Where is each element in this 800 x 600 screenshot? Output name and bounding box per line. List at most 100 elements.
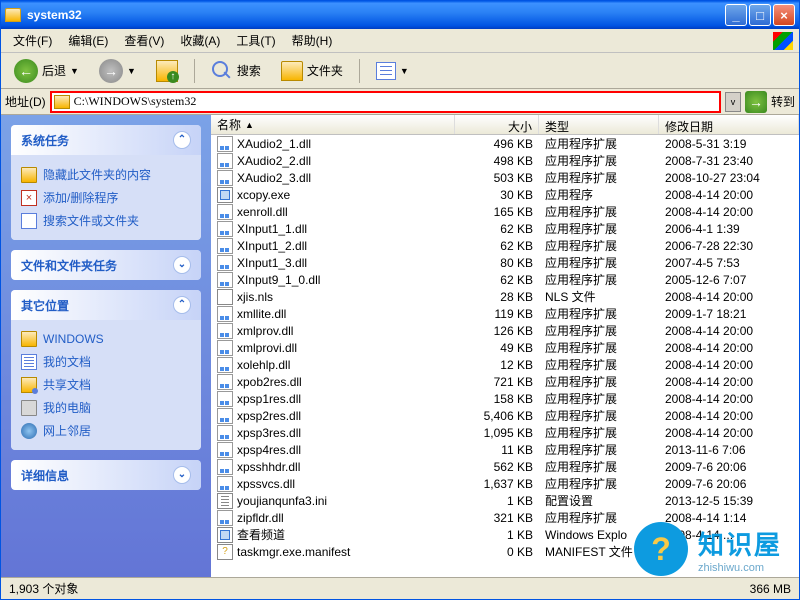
- sidebar-item-label: 搜索文件或文件夹: [43, 212, 139, 229]
- file-size: 1,095 KB: [455, 426, 539, 440]
- file-row[interactable]: xpsp3res.dll1,095 KB应用程序扩展2008-4-14 20:0…: [211, 424, 799, 441]
- forward-button[interactable]: → ▼: [92, 55, 143, 87]
- pc-icon: [21, 400, 37, 416]
- expand-icon: ⌄: [173, 466, 191, 484]
- file-row[interactable]: XInput1_3.dll80 KB应用程序扩展2007-4-5 7:53: [211, 254, 799, 271]
- file-row[interactable]: XInput1_2.dll62 KB应用程序扩展2006-7-28 22:30: [211, 237, 799, 254]
- menubar: 文件(F) 编辑(E) 查看(V) 收藏(A) 工具(T) 帮助(H): [1, 29, 799, 53]
- file-row[interactable]: xcopy.exe30 KB应用程序2008-4-14 20:00: [211, 186, 799, 203]
- file-row[interactable]: xmlprov.dll126 KB应用程序扩展2008-4-14 20:00: [211, 322, 799, 339]
- address-input[interactable]: [74, 94, 717, 109]
- file-name: XAudio2_3.dll: [237, 171, 311, 185]
- exe-icon: [217, 187, 233, 203]
- file-row[interactable]: xenroll.dll165 KB应用程序扩展2008-4-14 20:00: [211, 203, 799, 220]
- sidebar-item[interactable]: 共享文档: [21, 373, 191, 396]
- minimize-button[interactable]: _: [725, 4, 747, 26]
- chevron-down-icon: ▼: [400, 66, 409, 76]
- column-modified[interactable]: 修改日期: [659, 115, 799, 134]
- file-name: taskmgr.exe.manifest: [237, 545, 350, 559]
- file-row[interactable]: XInput9_1_0.dll62 KB应用程序扩展2005-12-6 7:07: [211, 271, 799, 288]
- file-size: 62 KB: [455, 239, 539, 253]
- sidebar-item[interactable]: WINDOWS: [21, 328, 191, 350]
- go-button[interactable]: →: [745, 91, 767, 113]
- back-label: 后退: [42, 62, 66, 79]
- file-row[interactable]: xpsp2res.dll5,406 KB应用程序扩展2008-4-14 20:0…: [211, 407, 799, 424]
- file-name: xpsp2res.dll: [237, 409, 301, 423]
- column-name[interactable]: 名称▲: [211, 115, 455, 134]
- titlebar[interactable]: system32 _ □ ×: [1, 1, 799, 29]
- back-button[interactable]: ← 后退 ▼: [7, 55, 86, 87]
- file-type: 应用程序扩展: [539, 203, 659, 220]
- file-size: 562 KB: [455, 460, 539, 474]
- sidebar-item[interactable]: ×添加/删除程序: [21, 186, 191, 209]
- menu-help[interactable]: 帮助(H): [286, 30, 339, 51]
- file-row[interactable]: XInput1_1.dll62 KB应用程序扩展2006-4-1 1:39: [211, 220, 799, 237]
- file-type: 应用程序扩展: [539, 458, 659, 475]
- up-button[interactable]: [149, 56, 185, 86]
- file-name: xpsp3res.dll: [237, 426, 301, 440]
- address-field-highlighted[interactable]: [50, 91, 721, 113]
- file-row[interactable]: XAudio2_2.dll498 KB应用程序扩展2008-7-31 23:40: [211, 152, 799, 169]
- file-type: 应用程序扩展: [539, 475, 659, 492]
- menu-favorites[interactable]: 收藏(A): [174, 30, 226, 51]
- sidebar-item[interactable]: 网上邻居: [21, 419, 191, 442]
- file-row[interactable]: xpsp1res.dll158 KB应用程序扩展2008-4-14 20:00: [211, 390, 799, 407]
- dll-icon: [217, 238, 233, 254]
- maximize-button[interactable]: □: [749, 4, 771, 26]
- doc-icon: [21, 354, 37, 370]
- file-size: 11 KB: [455, 443, 539, 457]
- dll-icon: [217, 391, 233, 407]
- other-places-panel: 其它位置 ⌃ WINDOWS我的文档共享文档我的电脑网上邻居: [11, 290, 201, 450]
- file-row[interactable]: XAudio2_3.dll503 KB应用程序扩展2008-10-27 23:0…: [211, 169, 799, 186]
- file-row[interactable]: xpsshhdr.dll562 KB应用程序扩展2009-7-6 20:06: [211, 458, 799, 475]
- file-date: 2008-7-31 23:40: [659, 154, 799, 168]
- ini-icon: [217, 493, 233, 509]
- column-size[interactable]: 大小: [455, 115, 539, 134]
- file-date: 2006-4-1 1:39: [659, 222, 799, 236]
- file-row[interactable]: xmlprovi.dll49 KB应用程序扩展2008-4-14 20:00: [211, 339, 799, 356]
- file-date: 2008-4-14 20:00: [659, 290, 799, 304]
- panel-header[interactable]: 其它位置 ⌃: [11, 290, 201, 320]
- panel-title: 系统任务: [21, 132, 69, 149]
- file-row[interactable]: xolehlp.dll12 KB应用程序扩展2008-4-14 20:00: [211, 356, 799, 373]
- sidebar-item[interactable]: 搜索文件或文件夹: [21, 209, 191, 232]
- address-dropdown[interactable]: v: [725, 92, 741, 112]
- file-rows[interactable]: XAudio2_1.dll496 KB应用程序扩展2008-5-31 3:19X…: [211, 135, 799, 577]
- file-row[interactable]: XAudio2_1.dll496 KB应用程序扩展2008-5-31 3:19: [211, 135, 799, 152]
- file-row[interactable]: youjianqunfa3.ini1 KB配置设置2013-12-5 15:39: [211, 492, 799, 509]
- sidebar-item-label: 共享文档: [43, 376, 91, 393]
- menu-view[interactable]: 查看(V): [118, 30, 170, 51]
- dll-icon: [217, 306, 233, 322]
- panel-header[interactable]: 文件和文件夹任务 ⌄: [11, 250, 201, 280]
- file-row[interactable]: xmllite.dll119 KB应用程序扩展2009-1-7 18:21: [211, 305, 799, 322]
- panel-header[interactable]: 系统任务 ⌃: [11, 125, 201, 155]
- watermark-name: 知识屋: [698, 525, 782, 562]
- search-button[interactable]: 搜索: [204, 56, 268, 86]
- close-button[interactable]: ×: [773, 4, 795, 26]
- file-row[interactable]: xpsp4res.dll11 KB应用程序扩展2013-11-6 7:06: [211, 441, 799, 458]
- file-row[interactable]: xpob2res.dll721 KB应用程序扩展2008-4-14 20:00: [211, 373, 799, 390]
- sidebar-item[interactable]: 我的电脑: [21, 396, 191, 419]
- sidebar-item[interactable]: 隐藏此文件夹的内容: [21, 163, 191, 186]
- dll-icon: [217, 204, 233, 220]
- file-size: 165 KB: [455, 205, 539, 219]
- file-type: 应用程序扩展: [539, 407, 659, 424]
- menu-file[interactable]: 文件(F): [7, 30, 58, 51]
- file-name: xcopy.exe: [237, 188, 290, 202]
- file-row[interactable]: xpssvcs.dll1,637 KB应用程序扩展2009-7-6 20:06: [211, 475, 799, 492]
- dll-icon: [217, 255, 233, 271]
- panel-header[interactable]: 详细信息 ⌄: [11, 460, 201, 490]
- menu-edit[interactable]: 编辑(E): [62, 30, 114, 51]
- views-button[interactable]: ▼: [369, 58, 416, 84]
- folders-button[interactable]: 文件夹: [274, 57, 350, 85]
- sidebar-item[interactable]: 我的文档: [21, 350, 191, 373]
- column-type[interactable]: 类型: [539, 115, 659, 134]
- menu-tools[interactable]: 工具(T): [230, 30, 281, 51]
- file-size: 119 KB: [455, 307, 539, 321]
- file-date: 2008-4-14 20:00: [659, 341, 799, 355]
- file-size: 62 KB: [455, 273, 539, 287]
- file-row[interactable]: xjis.nls28 KBNLS 文件2008-4-14 20:00: [211, 288, 799, 305]
- toolbar: ← 后退 ▼ → ▼ 搜索 文件夹 ▼: [1, 53, 799, 89]
- file-date: 2009-1-7 18:21: [659, 307, 799, 321]
- file-date: 2008-5-31 3:19: [659, 137, 799, 151]
